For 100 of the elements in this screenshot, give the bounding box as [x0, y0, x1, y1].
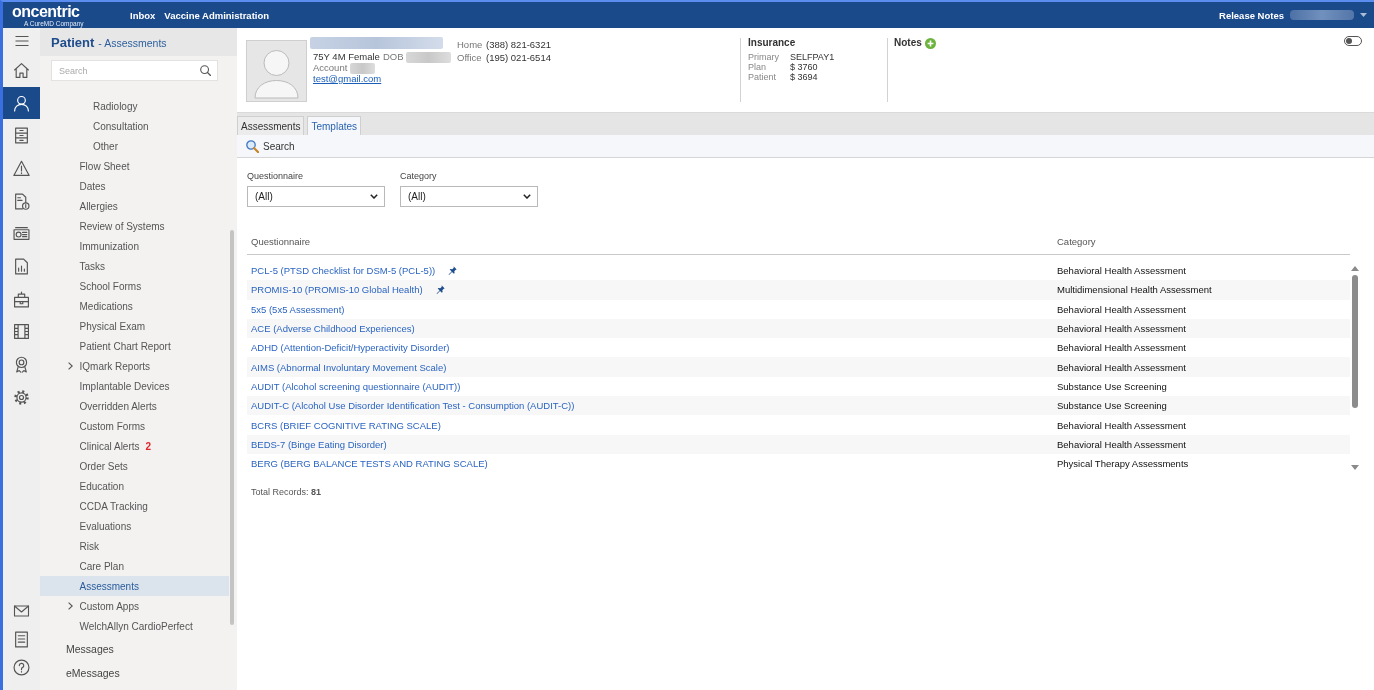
table-cell: Behavioral Health Assessment: [1057, 323, 1186, 335]
questionnaire-link[interactable]: AUDIT (Alcohol screening questionnaire (AUDIT)): [251, 380, 461, 392]
field-label: Office: [457, 51, 483, 64]
alert-count: 2: [145, 440, 152, 452]
arrow-down-icon[interactable]: [1351, 465, 1359, 471]
sidebar-item[interactable]: Patient Chart Report: [40, 336, 229, 356]
sidebar-item[interactable]: Risk: [40, 536, 229, 556]
chevron-down-icon: [370, 194, 378, 199]
document-icon: [13, 630, 30, 648]
column-header[interactable]: Questionnaire: [247, 236, 1053, 247]
sidebar-item[interactable]: Other: [40, 136, 229, 156]
id-card-icon: [13, 225, 30, 243]
search-icon: [246, 139, 259, 153]
filter-dropdown[interactable]: (All): [400, 186, 538, 207]
field-label: Primary: [748, 52, 780, 62]
sidebar-item[interactable]: Custom Forms: [40, 416, 229, 436]
chevron-right-icon[interactable]: [67, 602, 73, 610]
sidebar-item[interactable]: eMessages: [40, 659, 229, 683]
phone-number: (388) 821-6321: [486, 38, 551, 51]
sidebar-item[interactable]: Order Sets: [40, 456, 229, 476]
sidebar-item[interactable]: School Forms: [40, 276, 229, 296]
sidebar-item[interactable]: Education: [40, 476, 229, 496]
document-info-icon: [13, 192, 30, 210]
add-icon[interactable]: [924, 38, 936, 49]
field-value: $ 3760: [790, 62, 818, 72]
table-cell: Behavioral Health Assessment: [1057, 419, 1186, 431]
sidebar-item[interactable]: Overridden Alerts: [40, 396, 229, 416]
search-icon[interactable]: [200, 65, 211, 76]
sidebar-item[interactable]: WelchAllyn CardioPerfect: [40, 616, 229, 636]
questionnaire-link[interactable]: ACE (Adverse Childhood Experiences): [251, 323, 415, 335]
questionnaire-link[interactable]: PCL-5 (PTSD Checklist for DSM-5 (PCL-5)): [251, 265, 436, 277]
table-cell: Behavioral Health Assessment: [1057, 438, 1186, 450]
filter-label: Category: [400, 171, 438, 181]
help-icon: [13, 659, 30, 677]
table-cell: Behavioral Health Assessment: [1057, 303, 1186, 315]
sidebar-title: Patient: [51, 34, 95, 50]
sidebar-item[interactable]: Flow Sheet: [40, 156, 229, 176]
sidebar-item[interactable]: Dates: [40, 176, 229, 196]
menu-icon: [14, 36, 29, 46]
scrollbar-thumb[interactable]: [230, 230, 234, 625]
file-cabinet-icon: [13, 127, 30, 145]
sidebar-item[interactable]: Clinical Alerts 2: [40, 436, 229, 456]
sidebar-item[interactable]: Radiology: [40, 96, 229, 116]
questionnaire-link[interactable]: ADHD (Attention-Deficit/Hyperactivity Disorder): [251, 342, 450, 354]
sidebar-item[interactable]: Consultation: [40, 116, 229, 136]
email-link[interactable]: test@gmail.com: [313, 74, 382, 85]
arrow-up-icon[interactable]: [1351, 266, 1359, 271]
sidebar-item[interactable]: Messages: [40, 636, 229, 660]
table-cell: Substance Use Screening: [1057, 400, 1167, 412]
sidebar-item[interactable]: CCDA Tracking: [40, 496, 229, 516]
chart-document-icon: [13, 257, 30, 275]
release-notes-link[interactable]: Release Notes: [1219, 9, 1284, 21]
sidebar-item[interactable]: Implantable Devices: [40, 376, 229, 396]
search-button[interactable]: Search: [246, 139, 295, 153]
sidebar-item[interactable]: Medications: [40, 296, 229, 316]
questionnaire-link[interactable]: PROMIS-10 (PROMIS-10 Global Health): [251, 284, 423, 296]
questionnaire-link[interactable]: 5x5 (5x5 Assessment): [251, 303, 345, 315]
field-label: Plan: [748, 62, 767, 72]
mail-icon: [13, 604, 30, 617]
table-cell: Multidimensional Health Assessment: [1057, 284, 1212, 296]
sidebar-item[interactable]: Assessments: [40, 576, 229, 596]
tab[interactable]: Templates: [307, 116, 362, 135]
field-label: Account: [313, 63, 348, 74]
sidebar-item[interactable]: Care Plan: [40, 556, 229, 576]
sidebar-item[interactable]: Custom Apps: [40, 596, 229, 616]
toggle-switch[interactable]: [1344, 36, 1362, 46]
questionnaire-link[interactable]: BCRS (BRIEF COGNITIVE RATING SCALE): [251, 419, 441, 431]
sidebar-item[interactable]: Review of Systems: [40, 216, 229, 236]
chevron-down-icon: [523, 194, 531, 199]
filter-dropdown[interactable]: (All): [247, 186, 385, 207]
sidebar-item[interactable]: IQmark Reports: [40, 356, 229, 376]
pin-icon[interactable]: [448, 266, 458, 276]
phone-number: (195) 021-6514: [486, 51, 551, 64]
sidebar-item[interactable]: Allergies: [40, 196, 229, 216]
table-cell: Behavioral Health Assessment: [1057, 265, 1186, 277]
questionnaire-link[interactable]: BERG (BERG BALANCE TESTS AND RATING SCALE): [251, 458, 488, 470]
sidebar-item[interactable]: Physical Exam: [40, 316, 229, 336]
caret-down-icon[interactable]: [1360, 13, 1367, 17]
nav-link[interactable]: Vaccine Administration: [164, 9, 270, 21]
sidebar-subtitle: - Assessments: [98, 37, 167, 49]
pin-icon[interactable]: [435, 285, 445, 295]
settings-icon: [13, 388, 30, 406]
questionnaire-link[interactable]: AUDIT-C (Alcohol Use Disorder Identification Test - Consumption (AUDIT-C)): [251, 400, 575, 412]
briefcase-icon: [13, 290, 30, 308]
sidebar-item[interactable]: Tasks: [40, 256, 229, 276]
field-label: Home: [457, 38, 484, 51]
scrollbar-thumb[interactable]: [1352, 275, 1358, 408]
field-value: $ 3694: [790, 72, 818, 82]
tab[interactable]: Assessments: [237, 116, 305, 135]
nav-button[interactable]: [3, 86, 40, 120]
chevron-right-icon[interactable]: [67, 362, 73, 370]
field-label: Patient: [748, 72, 778, 82]
column-header[interactable]: Category: [1053, 236, 1350, 247]
questionnaire-link[interactable]: AIMS (Abnormal Involuntary Movement Scale): [251, 361, 447, 373]
sidebar-item[interactable]: Evaluations: [40, 516, 229, 536]
search-field[interactable]: Search: [51, 60, 218, 81]
nav-link[interactable]: Inbox: [130, 9, 156, 21]
sidebar-item[interactable]: Immunization: [40, 236, 229, 256]
questionnaire-link[interactable]: BEDS-7 (Binge Eating Disorder): [251, 438, 387, 450]
field-label: DOB: [382, 52, 404, 63]
